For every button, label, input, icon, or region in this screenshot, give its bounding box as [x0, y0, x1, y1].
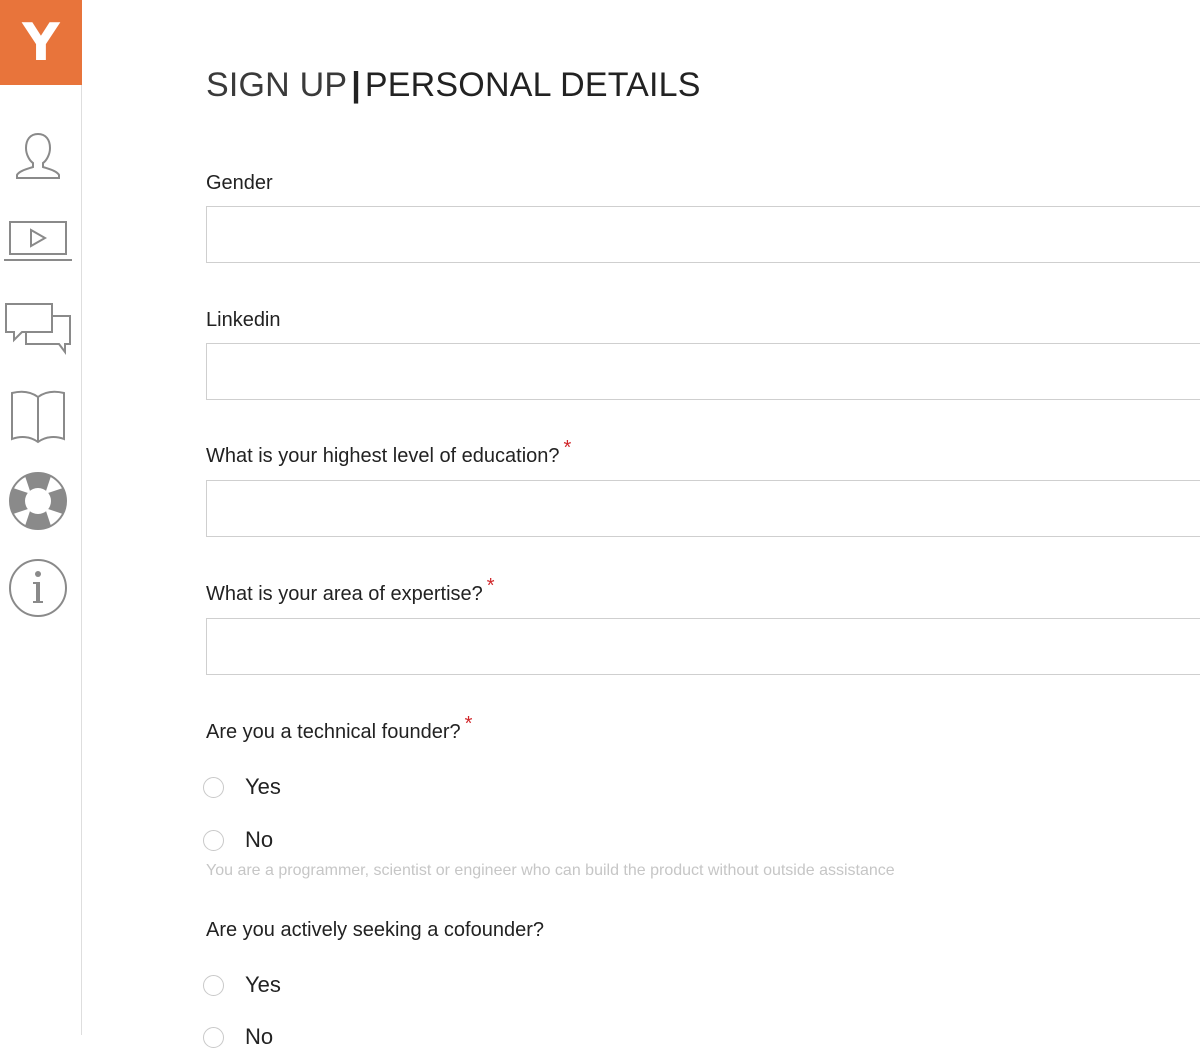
- required-asterisk: *: [464, 713, 473, 735]
- sidebar-item-library[interactable]: [0, 385, 76, 445]
- expertise-label-text: What is your area of expertise?: [206, 583, 483, 605]
- required-asterisk: *: [486, 575, 495, 597]
- required-asterisk: *: [563, 437, 572, 459]
- info-icon: [9, 559, 67, 617]
- gender-input[interactable]: [206, 206, 1200, 263]
- sidebar: Y: [0, 0, 82, 1035]
- book-icon: [11, 390, 65, 444]
- technical-founder-label: Are you a technical founder? *: [206, 713, 472, 744]
- page-title-separator: |: [351, 66, 361, 104]
- technical-founder-help: You are a programmer, scientist or engin…: [206, 862, 895, 879]
- page-title-section: SIGN UP: [206, 66, 348, 104]
- logo-letter: Y: [22, 12, 60, 73]
- expertise-label: What is your area of expertise? *: [206, 575, 495, 606]
- sidebar-item-profile[interactable]: [0, 130, 76, 182]
- user-icon: [16, 132, 60, 179]
- radio-button[interactable]: [203, 1026, 224, 1048]
- education-label: What is your highest level of education?…: [206, 437, 571, 468]
- radio-button[interactable]: [203, 776, 224, 798]
- radio-label: Yes: [245, 774, 281, 799]
- page-title-step: PERSONAL DETAILS: [364, 66, 701, 104]
- sidebar-item-forum[interactable]: [0, 300, 76, 356]
- gender-label: Gender: [206, 172, 273, 194]
- radio-label: No: [245, 1024, 274, 1049]
- education-label-text: What is your highest level of education?: [206, 445, 560, 467]
- radio-button[interactable]: [203, 974, 224, 996]
- radio-label: No: [245, 827, 274, 852]
- education-input[interactable]: [206, 480, 1200, 537]
- technical-founder-label-text: Are you a technical founder?: [206, 721, 461, 743]
- seeking-cofounder-no-radio[interactable]: No: [203, 1024, 273, 1050]
- chat-icon: [5, 303, 71, 355]
- radio-label: Yes: [245, 972, 281, 997]
- linkedin-label: Linkedin: [206, 309, 281, 331]
- sidebar-item-videos[interactable]: [0, 218, 76, 264]
- page-title: SIGN UP | PERSONAL DETAILS: [206, 66, 701, 105]
- technical-founder-no-radio[interactable]: No: [203, 827, 273, 853]
- expertise-input[interactable]: [206, 618, 1200, 675]
- linkedin-input[interactable]: [206, 343, 1200, 400]
- video-icon: [4, 221, 72, 261]
- yc-logo[interactable]: Y: [0, 0, 82, 85]
- main-content: SIGN UP | PERSONAL DETAILS Gender Linkedin…: [203, 0, 1200, 1049]
- seeking-cofounder-yes-radio[interactable]: Yes: [203, 972, 281, 998]
- sidebar-item-about[interactable]: [0, 558, 76, 618]
- sidebar-item-help[interactable]: [0, 470, 76, 532]
- seeking-cofounder-label: Are you actively seeking a cofounder?: [206, 919, 544, 941]
- radio-button[interactable]: [203, 829, 224, 851]
- lifebuoy-icon: [9, 472, 67, 530]
- technical-founder-yes-radio[interactable]: Yes: [203, 774, 281, 800]
